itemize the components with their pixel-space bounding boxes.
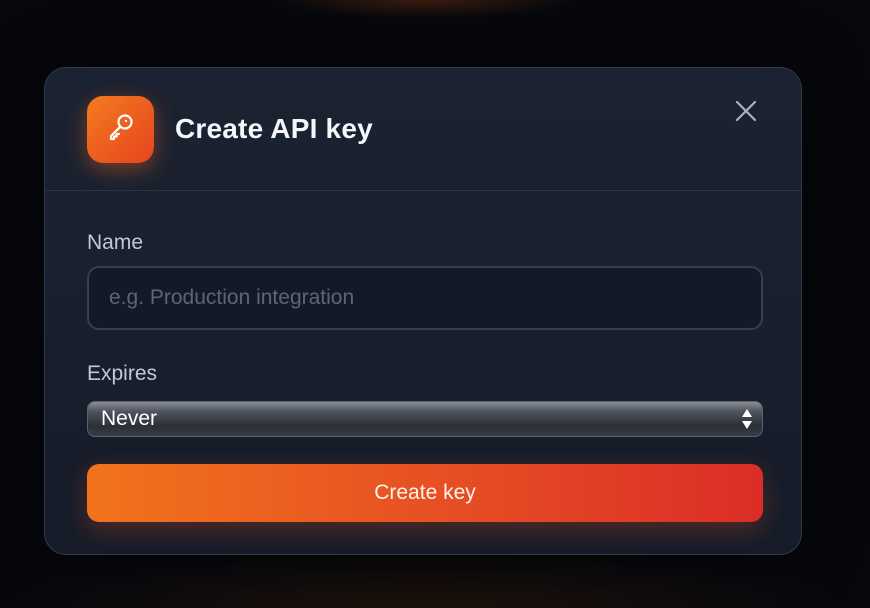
name-label: Name bbox=[87, 231, 144, 254]
expires-label: Expires bbox=[87, 362, 158, 385]
create-api-key-dialog: Create API key Name Expires Never bbox=[44, 67, 802, 555]
dialog-title: Create API key bbox=[175, 113, 373, 144]
select-arrows-icon bbox=[741, 407, 753, 431]
dialog-header: Create API key bbox=[45, 68, 801, 191]
expires-selected-value: Never bbox=[101, 407, 158, 430]
create-key-button[interactable]: Create key bbox=[87, 464, 763, 522]
expires-select[interactable]: Never bbox=[87, 401, 763, 437]
close-icon bbox=[735, 100, 757, 127]
close-button[interactable] bbox=[731, 98, 761, 128]
name-input[interactable] bbox=[87, 266, 763, 330]
key-badge bbox=[87, 96, 154, 163]
page-backdrop: Create API key Name Expires Never bbox=[0, 0, 870, 608]
key-icon bbox=[104, 110, 138, 149]
